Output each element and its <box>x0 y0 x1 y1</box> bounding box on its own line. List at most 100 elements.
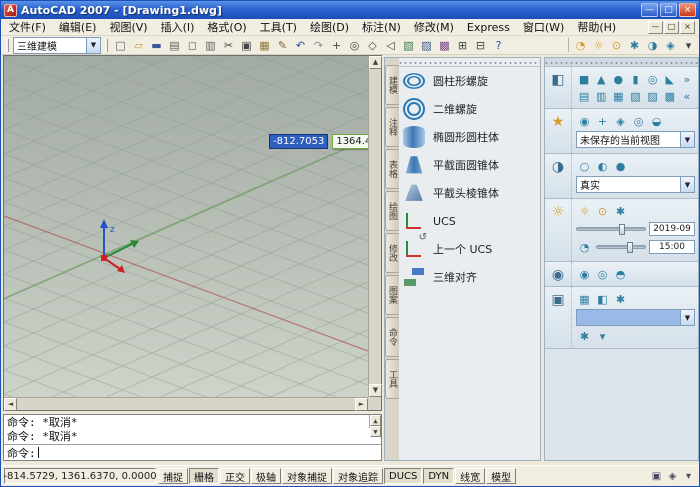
palette-tab[interactable]: 图案 <box>385 275 399 315</box>
light-launcher-icon[interactable]: ☼ <box>545 199 572 261</box>
orbit-icon[interactable]: ◈ <box>662 37 679 53</box>
wireframe-style-icon[interactable]: ○ <box>576 158 593 174</box>
toolpalettes-icon[interactable]: ▩ <box>436 37 453 53</box>
point-light-create-icon[interactable]: ⊙ <box>594 203 611 219</box>
menu-item[interactable]: 修改(M) <box>408 18 460 36</box>
palette-tab[interactable]: 修改 <box>385 233 399 273</box>
sun-light-icon[interactable]: ☼ <box>590 37 607 53</box>
status-toggle[interactable]: 对象追踪 <box>333 468 383 484</box>
status-toggle[interactable]: 线宽 <box>455 468 485 484</box>
pan-icon[interactable]: + <box>328 37 345 53</box>
menu-item[interactable]: 工具(T) <box>254 18 303 36</box>
viewport[interactable]: z -812.7053 1364.4384 <box>4 56 368 397</box>
mdi-restore-button[interactable]: □ <box>664 21 679 34</box>
loft-icon[interactable]: ▧ <box>627 88 643 104</box>
dynamic-input-x[interactable]: -812.7053 <box>269 134 328 149</box>
tool-ucs-previous[interactable]: 上一个 UCS <box>399 235 540 263</box>
status-toggle[interactable]: 捕捉 <box>158 468 188 484</box>
revolve-icon[interactable]: ▥ <box>593 88 609 104</box>
scroll-down-icon[interactable]: ▼ <box>369 384 382 397</box>
status-toggle[interactable]: 极轴 <box>251 468 281 484</box>
palette-tab[interactable]: 建模 <box>385 65 399 105</box>
sweep-icon[interactable]: ▦ <box>610 88 626 104</box>
plot-preview-icon[interactable]: ◻ <box>184 37 201 53</box>
dynamic-input-y[interactable]: 1364.4384 <box>332 134 368 149</box>
render-output-icon[interactable]: ✱ <box>576 328 593 344</box>
palette-tab[interactable]: 注释 <box>385 107 399 147</box>
cut-icon[interactable]: ✂ <box>220 37 237 53</box>
hidden-style-icon[interactable]: ◐ <box>594 158 611 174</box>
scroll-down-icon[interactable]: ▼ <box>370 426 381 437</box>
publish-icon[interactable]: ▥ <box>202 37 219 53</box>
slice-icon[interactable]: ▨ <box>645 88 661 104</box>
menu-item[interactable]: Express <box>461 20 516 35</box>
orbit-3d-icon[interactable]: ◉ <box>576 113 593 129</box>
tool-cylindrical-helix[interactable]: 圆柱形螺旋 <box>399 67 540 95</box>
menu-item[interactable]: 标注(N) <box>356 18 407 36</box>
vertical-scrollbar[interactable]: ▲ ▼ <box>368 56 381 397</box>
status-toggle[interactable]: DYN <box>423 468 454 484</box>
toolbar-grip[interactable] <box>6 39 9 52</box>
named-views-icon[interactable]: ◔ <box>572 37 589 53</box>
3d-make-launcher-icon[interactable]: ◧ <box>545 67 572 108</box>
sphere-icon[interactable]: ● <box>610 71 626 87</box>
annotation-scale-icon[interactable]: ▣ <box>649 469 664 484</box>
render-region-icon[interactable]: ◧ <box>594 291 611 307</box>
dashboard-header[interactable] <box>545 58 698 67</box>
tool-elliptical-cylinder[interactable]: 椭圆形圆柱体 <box>399 123 540 151</box>
help-icon[interactable]: ? <box>490 37 507 53</box>
quickcalc-icon[interactable]: ⊟ <box>472 37 489 53</box>
extrude-icon[interactable]: ▤ <box>576 88 592 104</box>
zoom-previous-icon[interactable]: ◁ <box>382 37 399 53</box>
mdi-close-button[interactable]: × <box>680 21 695 34</box>
view-dropdown[interactable]: 未保存的当前视图 ▼ <box>576 131 695 148</box>
sun-date-field[interactable]: 2019-09 <box>649 222 695 236</box>
workspace-dropdown[interactable]: 三维建模 ▼ <box>13 37 101 54</box>
comm-center-icon[interactable]: ◈ <box>665 469 680 484</box>
time-slider[interactable] <box>596 245 646 249</box>
materials-browser-icon[interactable]: ◉ <box>576 266 593 282</box>
visual-styles-icon[interactable]: ◑ <box>644 37 661 53</box>
coordinate-display[interactable]: -814.5729, 1361.6370, 0.0000 <box>4 468 156 484</box>
undo-icon[interactable]: ↶ <box>292 37 309 53</box>
date-slider[interactable] <box>576 227 646 231</box>
visual-style-launcher-icon[interactable]: ◑ <box>545 154 572 198</box>
union-icon[interactable]: ▩ <box>662 88 678 104</box>
sun-status-icon[interactable]: ☼ <box>576 203 593 219</box>
plot-icon[interactable]: ▤ <box>166 37 183 53</box>
qnew-icon[interactable]: □ <box>112 37 129 53</box>
toolbar-overflow-icon[interactable]: ▾ <box>680 37 697 53</box>
paste-icon[interactable]: ▦ <box>256 37 273 53</box>
date-slider-thumb[interactable] <box>619 224 625 235</box>
wedge-icon[interactable]: ◣ <box>662 71 678 87</box>
render-preset-dropdown[interactable]: ▼ <box>576 309 695 326</box>
palette-tab[interactable]: 表格 <box>385 149 399 189</box>
cylinder-icon[interactable]: ▮ <box>627 71 643 87</box>
save-icon[interactable]: ▬ <box>148 37 165 53</box>
walk-icon[interactable]: ◈ <box>612 113 629 129</box>
open-icon[interactable]: ▱ <box>130 37 147 53</box>
menu-item[interactable]: 编辑(E) <box>53 18 103 36</box>
realistic-style-icon[interactable]: ● <box>612 158 629 174</box>
more-ops-icon[interactable]: « <box>679 88 695 104</box>
horizontal-scrollbar[interactable]: ◄ ► <box>4 397 368 410</box>
materials-launcher-icon[interactable]: ◉ <box>545 262 572 286</box>
palette-header[interactable] <box>399 58 540 67</box>
render-run-icon[interactable]: ▦ <box>576 291 593 307</box>
attach-material-icon[interactable]: ◓ <box>612 266 629 282</box>
menu-item[interactable]: 帮助(H) <box>571 18 622 36</box>
tray-arrow-icon[interactable]: ▾ <box>681 469 696 484</box>
scroll-up-icon[interactable]: ▲ <box>369 56 382 69</box>
palette-tab[interactable]: 工具 <box>385 359 399 399</box>
matchprop-icon[interactable]: ✎ <box>274 37 291 53</box>
point-light-icon[interactable]: ⊙ <box>608 37 625 53</box>
command-scrollbar[interactable]: ▲ ▼ <box>369 415 381 428</box>
tool-ucs[interactable]: UCS <box>399 207 540 235</box>
render-window-icon[interactable]: ▾ <box>594 328 611 344</box>
cone-icon[interactable]: ▲ <box>593 71 609 87</box>
status-toggle[interactable]: DUCS <box>384 468 422 484</box>
scroll-up-icon[interactable]: ▲ <box>370 415 381 426</box>
scroll-left-icon[interactable]: ◄ <box>4 398 17 411</box>
torus-icon[interactable]: ◎ <box>645 71 661 87</box>
sun-time-field[interactable]: 15:00 <box>649 240 695 254</box>
